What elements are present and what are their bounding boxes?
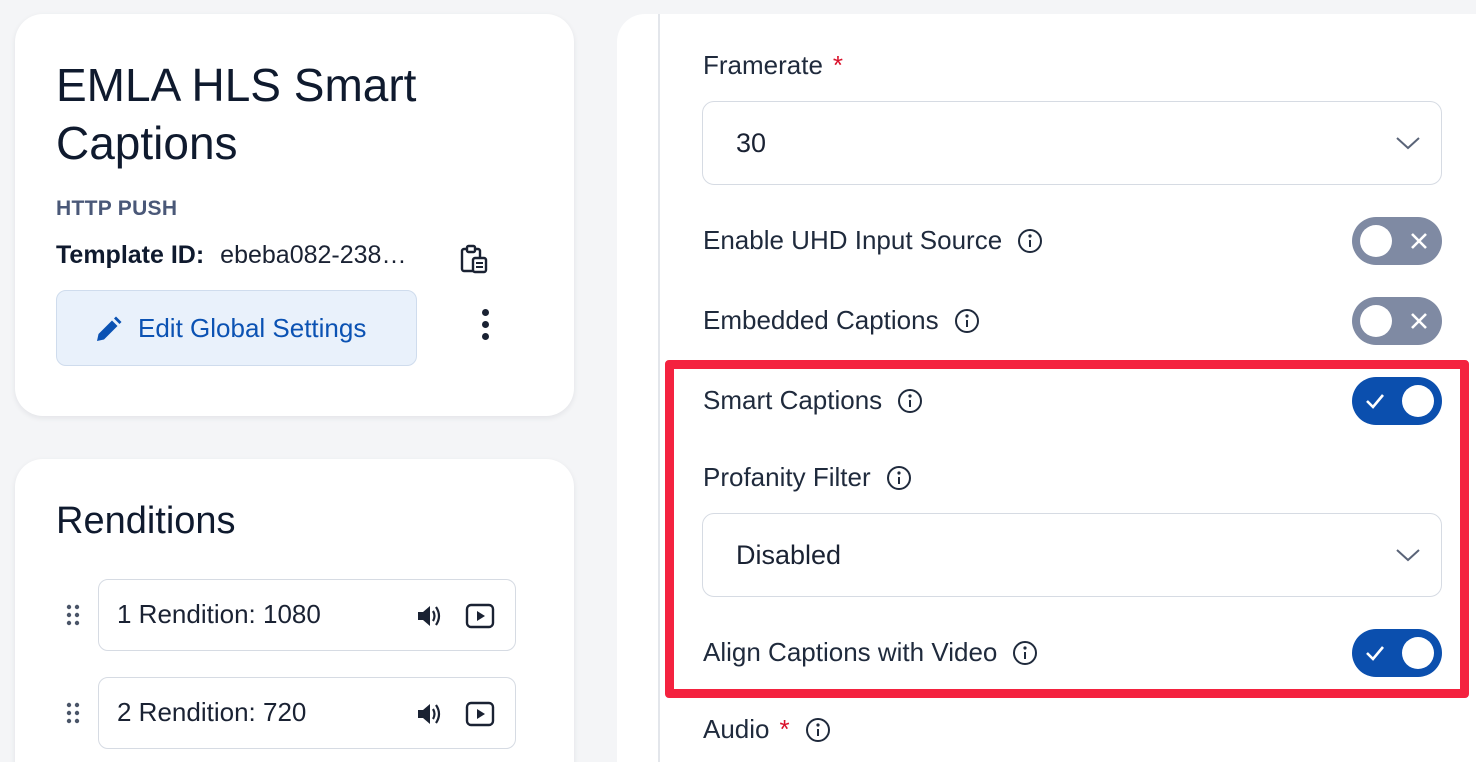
close-icon <box>1411 233 1427 249</box>
info-icon[interactable] <box>897 388 923 414</box>
chevron-down-icon <box>1396 549 1420 562</box>
smart-captions-label-row: Smart Captions <box>703 385 923 416</box>
profanity-filter-label: Profanity Filter <box>703 462 871 492</box>
edit-global-settings-label: Edit Global Settings <box>138 313 367 343</box>
align-captions-label-row: Align Captions with Video <box>703 637 1038 668</box>
profanity-filter-value: Disabled <box>736 540 842 570</box>
check-icon <box>1366 646 1384 661</box>
info-icon[interactable] <box>1017 228 1043 254</box>
edit-global-settings-button[interactable]: Edit Global Settings <box>56 290 417 366</box>
align-captions-toggle[interactable] <box>1352 629 1442 677</box>
close-icon <box>1411 313 1427 329</box>
toggle-knob <box>1360 225 1392 257</box>
toggle-knob <box>1402 385 1434 417</box>
audio-label: Audio <box>703 714 770 744</box>
template-id-value: ebeba082-238… <box>220 241 407 269</box>
rendition-row: 2 Rendition: 720 <box>15 677 574 749</box>
audio-label-row: Audio * <box>703 714 831 745</box>
framerate-label-row: Framerate * <box>703 50 843 81</box>
framerate-label: Framerate <box>703 50 823 80</box>
template-title: EMLA HLS Smart Captions <box>56 59 417 169</box>
enable-uhd-label-row: Enable UHD Input Source <box>703 225 1043 256</box>
template-card: EMLA HLS Smart Captions HTTP PUSH Templa… <box>15 14 574 416</box>
panel-divider <box>658 14 660 762</box>
rendition-item[interactable]: 1 Rendition: 1080 <box>98 579 516 651</box>
pencil-icon <box>97 316 122 341</box>
app-root: EMLA HLS Smart Captions HTTP PUSH Templa… <box>0 0 1476 762</box>
rendition-label: 1 Rendition: 1080 <box>117 599 321 629</box>
speaker-icon[interactable] <box>415 602 443 630</box>
check-icon <box>1366 394 1384 409</box>
info-icon[interactable] <box>886 465 912 491</box>
enable-uhd-toggle[interactable] <box>1352 217 1442 265</box>
framerate-select[interactable]: 30 <box>702 101 1442 185</box>
smart-captions-label: Smart Captions <box>703 385 883 415</box>
clipboard-icon[interactable] <box>459 244 489 274</box>
required-mark: * <box>779 714 790 744</box>
more-vertical-icon[interactable] <box>470 309 500 345</box>
drag-handle-icon[interactable] <box>66 604 80 626</box>
info-icon[interactable] <box>954 308 980 334</box>
framerate-value: 30 <box>736 128 767 158</box>
drag-handle-icon[interactable] <box>66 702 80 724</box>
info-icon[interactable] <box>1012 640 1038 666</box>
embedded-captions-toggle[interactable] <box>1352 297 1442 345</box>
enable-uhd-label: Enable UHD Input Source <box>703 225 1003 255</box>
rendition-item[interactable]: 2 Rendition: 720 <box>98 677 516 749</box>
smart-captions-toggle[interactable] <box>1352 377 1442 425</box>
toggle-knob <box>1402 637 1434 669</box>
template-id-row: Template ID: ebeba082-238… <box>56 241 424 270</box>
video-play-icon[interactable] <box>465 700 495 728</box>
template-type: HTTP PUSH <box>56 197 178 220</box>
info-icon[interactable] <box>805 717 831 743</box>
renditions-title: Renditions <box>56 500 236 542</box>
template-id-label: Template ID: <box>56 241 205 269</box>
embedded-captions-label: Embedded Captions <box>703 305 939 335</box>
speaker-icon[interactable] <box>415 700 443 728</box>
required-mark: * <box>832 50 844 80</box>
profanity-filter-select[interactable]: Disabled <box>702 513 1442 597</box>
video-play-icon[interactable] <box>465 602 495 630</box>
rendition-label: 2 Rendition: 720 <box>117 697 307 727</box>
align-captions-label: Align Captions with Video <box>703 637 998 667</box>
toggle-knob <box>1360 305 1392 337</box>
renditions-card: Renditions 1 Rendition: 1080 2 Rendition… <box>15 459 574 762</box>
chevron-down-icon <box>1396 137 1420 150</box>
embedded-captions-label-row: Embedded Captions <box>703 305 980 336</box>
rendition-row: 1 Rendition: 1080 <box>15 579 574 651</box>
profanity-filter-label-row: Profanity Filter <box>703 462 912 493</box>
